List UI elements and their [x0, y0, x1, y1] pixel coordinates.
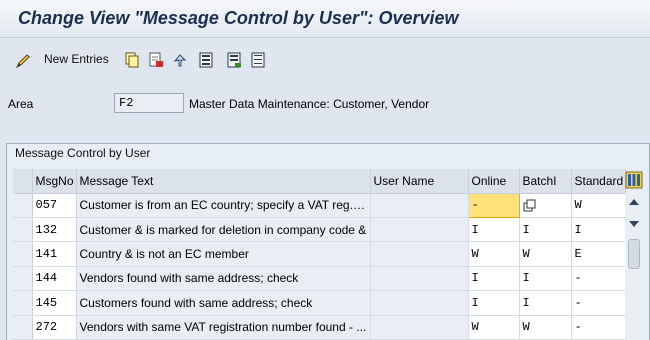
- message-text-cell: Country & is not an EC member: [76, 241, 371, 267]
- msgno-cell: 145: [32, 290, 77, 316]
- page-title: Change View "Message Control by User": O…: [18, 8, 459, 28]
- scroll-up-icon[interactable]: [629, 199, 639, 205]
- row-selector[interactable]: [13, 217, 33, 243]
- msgno-cell: 141: [32, 241, 77, 267]
- online-cell[interactable]: I: [468, 266, 520, 292]
- batchi-cell[interactable]: I: [519, 290, 572, 316]
- row-selector[interactable]: [13, 266, 33, 292]
- undo-icon[interactable]: [172, 52, 188, 68]
- row-selector[interactable]: [13, 241, 33, 267]
- online-cell[interactable]: -: [467, 192, 520, 218]
- area-description: Master Data Maintenance: Customer, Vendo…: [189, 97, 430, 111]
- toolbar: New Entries: [0, 39, 650, 81]
- message-text-cell: Customer is from an EC country; specify …: [76, 193, 371, 218]
- table-row: 057 Customer is from an EC country; spec…: [13, 192, 626, 218]
- area-label: Area: [8, 97, 34, 111]
- column-settings-icon[interactable]: [625, 171, 643, 189]
- table-row: 145 Customers found with same address; c…: [13, 290, 626, 316]
- group-title: Message Control by User: [15, 146, 151, 160]
- delete-icon[interactable]: [148, 52, 164, 68]
- online-cell[interactable]: W: [468, 241, 520, 267]
- standard-cell: W: [571, 193, 626, 218]
- vertical-scrollbar[interactable]: [625, 193, 643, 340]
- user-name-cell[interactable]: [370, 241, 469, 267]
- column-header-batchi[interactable]: BatchI: [519, 169, 572, 194]
- copy-icon[interactable]: [124, 52, 140, 68]
- user-name-cell[interactable]: [370, 193, 469, 218]
- deselect-all-icon[interactable]: [250, 52, 266, 68]
- msgno-cell: 144: [32, 266, 77, 292]
- column-header-msgno[interactable]: MsgNo: [32, 169, 77, 194]
- message-text-cell: Customers found with same address; check: [76, 290, 371, 316]
- user-name-cell[interactable]: [370, 266, 469, 292]
- standard-cell: E: [571, 241, 626, 267]
- table-row: 272 Vendors with same VAT registration n…: [13, 315, 626, 340]
- new-entries-button[interactable]: New Entries: [44, 52, 109, 66]
- user-name-cell[interactable]: [370, 217, 469, 243]
- online-cell[interactable]: W: [468, 315, 520, 340]
- table-header: MsgNo Message Text User Name Online Batc…: [13, 169, 626, 194]
- column-header-user-name[interactable]: User Name: [370, 169, 469, 194]
- select-all-icon[interactable]: [198, 52, 214, 68]
- standard-cell: -: [571, 266, 626, 292]
- batchi-cell[interactable]: I: [519, 266, 572, 292]
- message-control-table: MsgNo Message Text User Name Online Batc…: [13, 169, 626, 340]
- msgno-cell: 132: [32, 217, 77, 243]
- scroll-down-icon[interactable]: [629, 221, 639, 227]
- message-text-cell: Customer & is marked for deletion in com…: [76, 217, 371, 243]
- standard-cell: -: [571, 290, 626, 316]
- table-row: 132 Customer & is marked for deletion in…: [13, 217, 626, 243]
- column-header-online[interactable]: Online: [468, 169, 520, 194]
- msgno-cell: 057: [32, 193, 77, 218]
- column-header-standard[interactable]: Standard: [571, 169, 626, 194]
- table-row: 141 Country & is not an EC member W W E: [13, 241, 626, 267]
- standard-cell: I: [571, 217, 626, 243]
- row-selector[interactable]: [13, 315, 33, 340]
- value-help-icon[interactable]: [523, 199, 537, 213]
- online-cell[interactable]: I: [468, 290, 520, 316]
- area-row: Area F2 Master Data Maintenance: Custome…: [0, 90, 650, 116]
- select-block-icon[interactable]: [226, 52, 242, 68]
- batchi-cell[interactable]: W: [519, 241, 572, 267]
- msgno-cell: 272: [32, 315, 77, 340]
- batchi-cell[interactable]: I: [519, 217, 572, 243]
- row-selector[interactable]: [13, 290, 33, 316]
- scroll-thumb[interactable]: [628, 239, 640, 269]
- table-row: 144 Vendors found with same address; che…: [13, 266, 626, 292]
- row-selector[interactable]: [13, 193, 33, 218]
- select-all-rows-button[interactable]: [13, 169, 33, 194]
- user-name-cell[interactable]: [370, 290, 469, 316]
- standard-cell: -: [571, 315, 626, 340]
- column-header-message-text[interactable]: Message Text: [76, 169, 371, 194]
- message-text-cell: Vendors found with same address; check: [76, 266, 371, 292]
- edit-pen-icon[interactable]: [15, 53, 31, 69]
- title-bar: Change View "Message Control by User": O…: [0, 0, 650, 38]
- batchi-cell[interactable]: W: [519, 315, 572, 340]
- online-cell[interactable]: I: [468, 217, 520, 243]
- user-name-cell[interactable]: [370, 315, 469, 340]
- batchi-cell[interactable]: [519, 193, 572, 218]
- message-text-cell: Vendors with same VAT registration numbe…: [76, 315, 371, 340]
- area-field[interactable]: F2: [114, 93, 184, 113]
